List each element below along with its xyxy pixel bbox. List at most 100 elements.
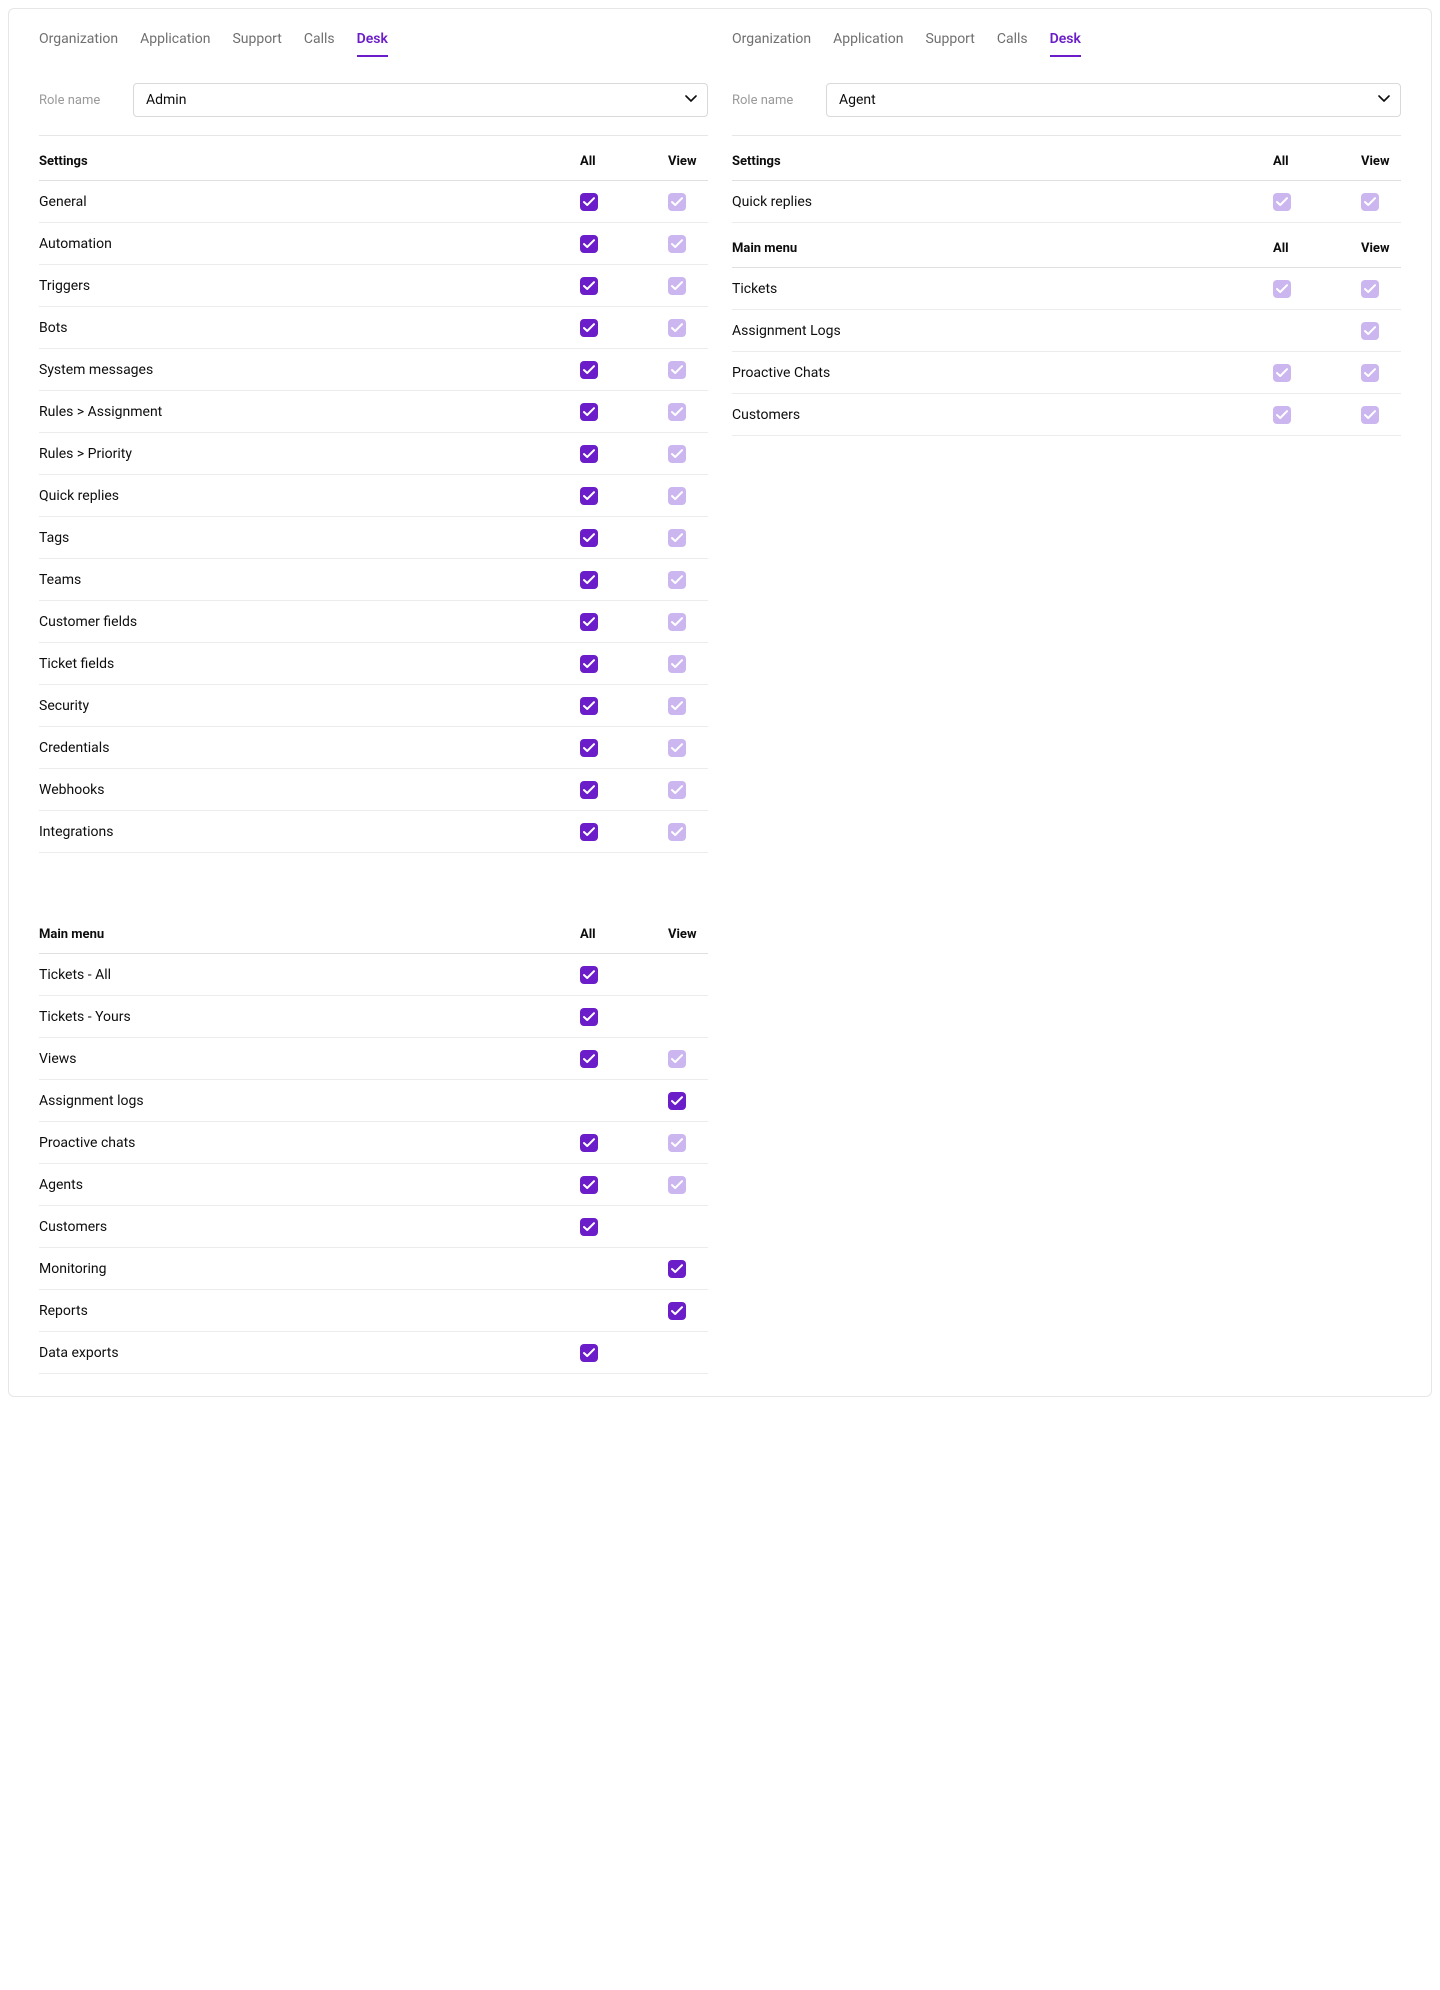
permission-label: Tickets - All [39, 967, 580, 983]
tab-support[interactable]: Support [925, 31, 974, 57]
checkbox-all[interactable] [580, 193, 598, 211]
checkbox-view[interactable] [668, 739, 686, 757]
permission-label: Rules > Priority [39, 446, 580, 462]
checkbox-view[interactable] [668, 571, 686, 589]
tab-desk[interactable]: Desk [357, 31, 388, 57]
checkbox-all[interactable] [580, 655, 598, 673]
checkbox-all[interactable] [580, 1344, 598, 1362]
checkbox-all[interactable] [580, 445, 598, 463]
checkbox-view[interactable] [1361, 406, 1379, 424]
checkbox-view[interactable] [668, 487, 686, 505]
checkbox-all[interactable] [580, 361, 598, 379]
tab-organization[interactable]: Organization [39, 31, 118, 57]
checkbox-view[interactable] [668, 1260, 686, 1278]
checkbox-view[interactable] [668, 193, 686, 211]
role-select[interactable]: Agent [826, 83, 1401, 117]
permission-label: Customers [732, 407, 1273, 423]
tab-application[interactable]: Application [833, 31, 903, 57]
checkbox-view[interactable] [668, 403, 686, 421]
col-header-view: View [1361, 154, 1401, 169]
checkbox-view[interactable] [668, 319, 686, 337]
permission-row: Automation [39, 223, 708, 265]
role-select[interactable]: Admin [133, 83, 708, 117]
checkbox-all[interactable] [580, 1176, 598, 1194]
permission-row: Bots [39, 307, 708, 349]
tab-application[interactable]: Application [140, 31, 210, 57]
checkbox-all[interactable] [580, 781, 598, 799]
permission-label: Quick replies [39, 488, 580, 504]
section-header: SettingsAllView [732, 136, 1401, 181]
checkbox-all[interactable] [1273, 406, 1291, 424]
checkbox-view[interactable] [668, 1134, 686, 1152]
checkbox-view[interactable] [668, 361, 686, 379]
checkbox-all[interactable] [580, 1134, 598, 1152]
checkbox-view[interactable] [668, 1050, 686, 1068]
checkbox-all[interactable] [580, 739, 598, 757]
permission-row: Credentials [39, 727, 708, 769]
checkbox-all[interactable] [580, 613, 598, 631]
checkbox-all[interactable] [580, 1218, 598, 1236]
tab-calls[interactable]: Calls [997, 31, 1028, 57]
tab-support[interactable]: Support [232, 31, 281, 57]
checkbox-all[interactable] [580, 277, 598, 295]
role-select-value: Admin [146, 92, 186, 108]
role-row: Role name Agent [732, 83, 1401, 117]
permission-row: Tags [39, 517, 708, 559]
checkbox-all[interactable] [580, 966, 598, 984]
checkbox-all[interactable] [580, 571, 598, 589]
section-header: Main menuAllView [732, 223, 1401, 268]
checkbox-all[interactable] [580, 403, 598, 421]
checkbox-view[interactable] [668, 1176, 686, 1194]
permission-row: Agents [39, 1164, 708, 1206]
permission-row: Quick replies [732, 181, 1401, 223]
permission-row: Ticket fields [39, 643, 708, 685]
permission-label: Bots [39, 320, 580, 336]
permission-label: Assignment Logs [732, 323, 1273, 339]
checkbox-all[interactable] [580, 529, 598, 547]
col-header-view: View [668, 154, 708, 169]
tab-desk[interactable]: Desk [1050, 31, 1081, 57]
checkbox-view[interactable] [668, 529, 686, 547]
checkbox-all[interactable] [580, 487, 598, 505]
checkbox-view[interactable] [668, 235, 686, 253]
checkbox-view[interactable] [668, 613, 686, 631]
permission-label: Tickets [732, 281, 1273, 297]
checkbox-view[interactable] [1361, 193, 1379, 211]
permission-label: Reports [39, 1303, 580, 1319]
role-name-label: Role name [39, 93, 115, 108]
permission-row: Security [39, 685, 708, 727]
permission-row: Customer fields [39, 601, 708, 643]
checkbox-view[interactable] [668, 445, 686, 463]
checkbox-view[interactable] [668, 277, 686, 295]
checkbox-view[interactable] [668, 697, 686, 715]
permission-label: Teams [39, 572, 580, 588]
checkbox-all[interactable] [580, 1050, 598, 1068]
permission-label: Proactive Chats [732, 365, 1273, 381]
tab-calls[interactable]: Calls [304, 31, 335, 57]
checkbox-view[interactable] [1361, 322, 1379, 340]
role-select-value: Agent [839, 92, 876, 108]
col-header-all: All [580, 154, 668, 169]
permission-row: Data exports [39, 1332, 708, 1374]
checkbox-view[interactable] [668, 1092, 686, 1110]
checkbox-view[interactable] [668, 655, 686, 673]
checkbox-view[interactable] [1361, 364, 1379, 382]
permission-label: Quick replies [732, 194, 1273, 210]
checkbox-view[interactable] [668, 1302, 686, 1320]
checkbox-all[interactable] [1273, 193, 1291, 211]
role-name-label: Role name [732, 93, 808, 108]
checkbox-all[interactable] [580, 319, 598, 337]
checkbox-all[interactable] [1273, 280, 1291, 298]
section-title: Settings [39, 154, 580, 169]
checkbox-all[interactable] [580, 1008, 598, 1026]
permission-row: Tickets - All [39, 954, 708, 996]
checkbox-all[interactable] [580, 697, 598, 715]
section-title: Settings [732, 154, 1273, 169]
checkbox-all[interactable] [1273, 364, 1291, 382]
checkbox-view[interactable] [1361, 280, 1379, 298]
tab-organization[interactable]: Organization [732, 31, 811, 57]
checkbox-all[interactable] [580, 823, 598, 841]
checkbox-all[interactable] [580, 235, 598, 253]
checkbox-view[interactable] [668, 781, 686, 799]
checkbox-view[interactable] [668, 823, 686, 841]
